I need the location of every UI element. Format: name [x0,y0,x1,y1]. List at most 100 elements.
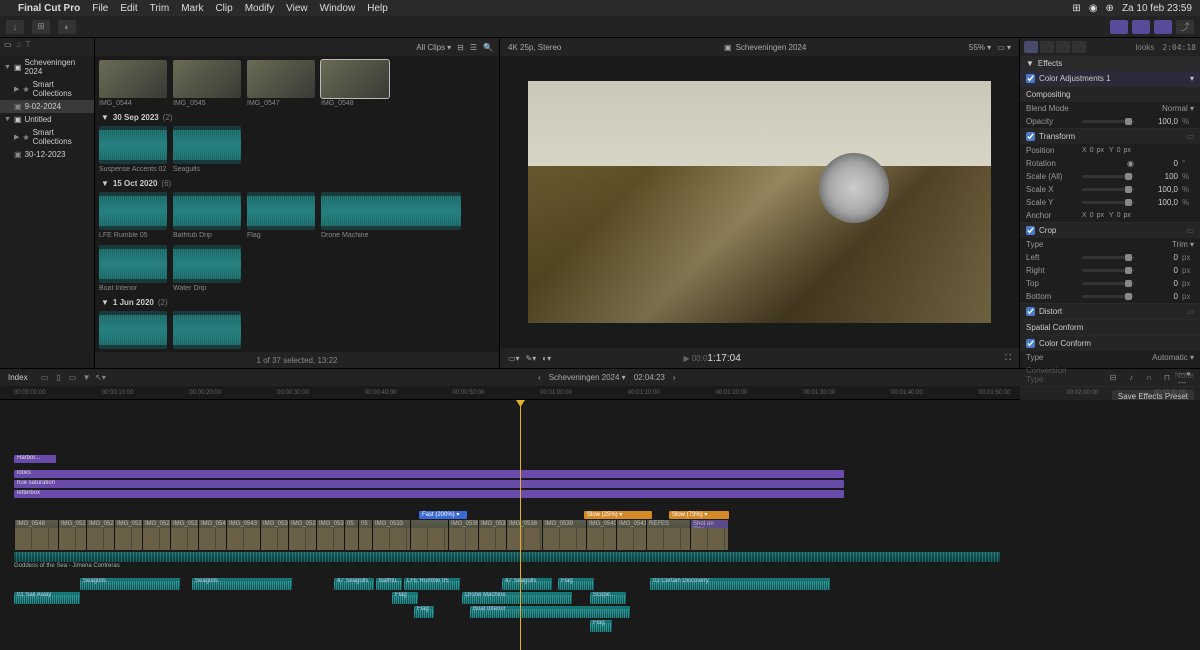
connected-audio[interactable] [14,552,1000,562]
crop-top-slider[interactable] [1082,282,1134,285]
scale-y-slider[interactable] [1082,201,1134,204]
timeline-video-clip[interactable]: IMG_0527 [114,520,142,550]
audio-clip-thumb[interactable]: Boat Interior [99,245,167,292]
timeline-video-clip[interactable]: IMG_0531 [316,520,344,550]
menu-file[interactable]: File [92,3,108,14]
render-button[interactable]: ◐ [58,20,76,34]
menu-edit[interactable]: Edit [120,3,137,14]
distort-header[interactable]: Distort▱ [1020,304,1200,319]
audio-clip-thumb[interactable]: Seagulls [173,126,241,173]
library-tab-icon[interactable]: ▭ [4,40,12,54]
menu-window[interactable]: Window [320,3,356,14]
overwrite-clip-icon[interactable]: ▼ [80,372,94,384]
audio-clip-thumb[interactable]: LFE Rumble 05 [99,192,167,239]
video-clip-thumb[interactable]: IMG_0545 [173,60,241,107]
timeline-video-clip[interactable]: Shot on iPho... [690,520,728,550]
timeline-audio-clip[interactable]: Scope... [590,592,626,604]
audio-inspector-tab[interactable] [1056,41,1070,53]
menubar-icon[interactable]: ⊕ [1106,3,1114,14]
scale-x-slider[interactable] [1082,188,1134,191]
menu-help[interactable]: Help [367,3,388,14]
timeline-video-clip[interactable]: 05 [344,520,358,550]
menubar-icon[interactable]: ⊞ [1072,3,1080,14]
zoom-slider[interactable]: —●— [1178,372,1192,384]
timeline-audio-clip[interactable]: Seagulls [80,578,180,590]
timeline[interactable]: Harbor...lookshue saturationletterbox Fa… [0,400,1200,650]
timeline-audio-clip[interactable]: Drone Machine [462,592,572,604]
crop-left-slider[interactable] [1082,256,1134,259]
sidebar-event[interactable]: ▣30-12-2023 [0,148,94,161]
video-clip-thumb[interactable]: IMG_0544 [99,60,167,107]
title-clip[interactable]: hue saturation [14,480,844,488]
title-clip[interactable]: Harbor... [14,455,56,463]
video-clip-thumb[interactable]: IMG_0548 [321,60,389,107]
timeline-audio-clip[interactable]: Flag [392,592,418,604]
timeline-audio-clip[interactable]: Seagulls [192,578,292,590]
blend-mode-dropdown[interactable]: Normal ▾ [1162,104,1194,113]
crop-header[interactable]: Crop▭ [1020,223,1200,238]
timeline-index-button[interactable]: Index [8,373,28,382]
timeline-audio-clip[interactable]: 47 Seagulls [334,578,374,590]
append-clip-icon[interactable]: ▭ [66,372,80,384]
crop-type-dropdown[interactable]: Trim ▾ [1172,240,1194,249]
audio-skim-icon[interactable]: ♪ [1124,372,1138,384]
timeline-audio-clip[interactable]: 03 Certain Discovery [650,578,830,590]
audio-clip-thumb[interactable]: Water Drip [173,245,241,292]
speed-badge[interactable]: Slow (73%) ▾ [669,511,729,519]
spatial-conform-header[interactable]: Spatial Conform [1020,320,1200,335]
timeline-audio-clip[interactable]: LFE Rumble 05 [404,578,460,590]
timeline-audio-clip[interactable]: Bathtu... [376,578,402,590]
retime-tool-icon[interactable]: ◐▾ [542,354,551,363]
speed-badge[interactable]: Fast (200%) ▾ [419,511,467,519]
sidebar-event[interactable]: ▣9-02-2024 [0,100,94,113]
color-tool-icon[interactable]: ✎▾ [526,354,537,363]
audio-clip-thumb[interactable] [99,311,167,351]
audio-clip-thumb[interactable]: Bathtub Drip [173,192,241,239]
sidebar-library[interactable]: ▼▣Scheveningen 2024 [0,56,94,78]
view-dropdown[interactable]: ▭ ▾ [997,43,1011,52]
timeline-video-clip[interactable]: IMG_0528 [288,520,316,550]
audio-clip-thumb[interactable] [173,311,241,351]
titles-tab-icon[interactable]: T [26,40,31,54]
primary-storyline[interactable]: IMG_0548IMG_0525IMG_0526IMG_0527IMG_0528… [14,520,728,550]
app-name[interactable]: Final Cut Pro [18,3,80,14]
workspace-button[interactable] [1132,20,1150,34]
transform-tool-icon[interactable]: ▭▾ [508,354,520,363]
workspace-button[interactable] [1154,20,1172,34]
clip-filter-dropdown[interactable]: All Clips ▾ [416,43,451,52]
timeline-video-clip[interactable]: REFES [646,520,690,550]
timeline-video-clip[interactable]: IMG_0537 [478,520,506,550]
menubar-clock[interactable]: Za 10 feb 23:59 [1122,3,1192,14]
search-icon[interactable]: 🔍 [483,43,493,52]
timeline-project-name[interactable]: Scheveningen 2024 ▾ [549,373,626,382]
timeline-video-clip[interactable]: IMG_0540 [586,520,616,550]
effect-preset-icon[interactable]: ▾ [1190,74,1194,83]
menu-trim[interactable]: Trim [150,3,170,14]
timeline-audio-clip[interactable]: Flag [590,620,612,632]
viewer-frame[interactable] [528,81,991,324]
timeline-video-clip[interactable]: 05 [358,520,372,550]
playhead[interactable] [520,400,521,650]
timeline-video-clip[interactable]: IMG_0543 [226,520,260,550]
video-inspector-tab[interactable] [1024,41,1038,53]
zoom-dropdown[interactable]: 55% ▾ [969,43,991,52]
fullscreen-icon[interactable]: ⛶ [1005,353,1011,363]
keyword-button[interactable]: ⊞ [32,20,50,34]
timeline-audio-clip[interactable]: Flag [558,578,594,590]
timeline-video-clip[interactable]: IMG_0548 [14,520,58,550]
timeline-video-clip[interactable]: IMG_0541 [616,520,646,550]
import-button[interactable]: ↓ [6,20,24,34]
timeline-video-clip[interactable]: IMG_0542 [198,520,226,550]
timeline-video-clip[interactable]: IMG_0536 [448,520,478,550]
photos-tab-icon[interactable]: ♫ [16,40,22,54]
menu-view[interactable]: View [286,3,308,14]
color-adjustments-effect[interactable]: Color Adjustments 1▾ [1020,71,1200,86]
compositing-header[interactable]: Compositing [1020,87,1200,102]
crop-right-slider[interactable] [1082,269,1134,272]
effects-header[interactable]: ▼Effects [1020,56,1200,71]
filter-icon[interactable]: ⊟ [457,43,464,52]
timeline-video-clip[interactable]: IMG_0538 [506,520,542,550]
timeline-video-clip[interactable]: IMG_0526 [86,520,114,550]
menu-modify[interactable]: Modify [245,3,274,14]
timeline-video-clip[interactable] [410,520,448,550]
